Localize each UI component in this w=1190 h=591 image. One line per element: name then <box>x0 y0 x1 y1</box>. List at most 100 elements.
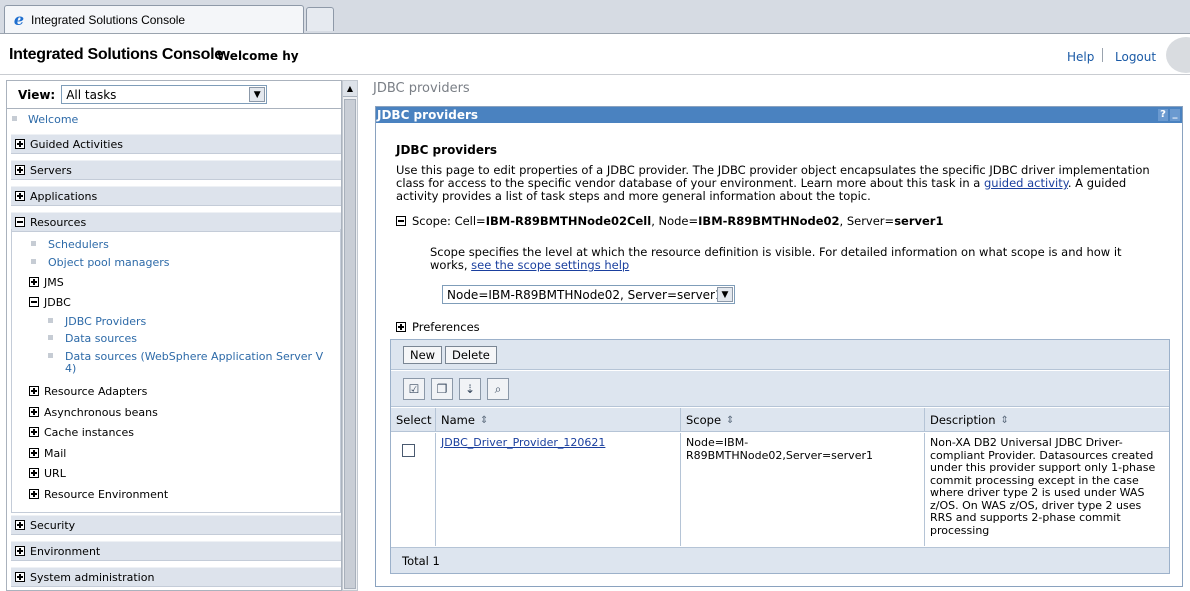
sort-icon[interactable]: ⇕ <box>1001 415 1009 426</box>
browser-tab-strip: e Integrated Solutions Console <box>0 0 1190 34</box>
scope-label: , Server= <box>839 214 895 228</box>
row-description-cell: Non-XA DB2 Universal JDBC Driver-complia… <box>930 436 1156 537</box>
scrollbar-thumb[interactable] <box>344 99 356 589</box>
deselect-all-icon[interactable]: ❐ <box>431 378 453 400</box>
delete-button[interactable]: Delete <box>445 346 497 364</box>
preferences-toggle[interactable]: Preferences <box>396 320 480 334</box>
scope-node: IBM-R89BMTHNode02 <box>698 214 840 228</box>
preferences-label: Preferences <box>412 320 480 334</box>
nav-item-label: JDBC <box>44 296 71 309</box>
nav-data-sources-was-v4-cont[interactable]: 4) <box>65 362 76 375</box>
page-title: JDBC providers <box>396 143 498 157</box>
breadcrumb: JDBC providers <box>373 81 470 96</box>
row-name-cell: JDBC_Driver_Provider_120621 <box>436 433 681 546</box>
expand-icon[interactable] <box>15 165 25 175</box>
column-header-label: Name <box>441 413 475 427</box>
nav-category-label: Applications <box>30 190 98 203</box>
browser-tab[interactable]: e Integrated Solutions Console <box>4 5 304 33</box>
collapse-icon[interactable] <box>15 217 25 227</box>
expand-icon[interactable] <box>396 322 406 332</box>
nav-category-environment[interactable]: Environment <box>11 541 341 561</box>
expand-icon[interactable] <box>29 468 39 478</box>
welcome-user: Welcome hy <box>217 49 299 63</box>
column-select: Select <box>391 408 436 432</box>
nav-category-label: System administration <box>30 571 155 584</box>
nav-item-label: Mail <box>44 447 67 460</box>
guided-activity-link[interactable]: guided activity <box>984 176 1068 190</box>
sort-icon[interactable]: ⇕ <box>726 415 734 426</box>
chevron-down-icon[interactable]: ▼ <box>249 87 266 102</box>
minimize-icon[interactable]: _ <box>1170 109 1180 121</box>
bullet-icon <box>31 241 36 246</box>
nav-category-label: Security <box>30 519 76 532</box>
expand-icon[interactable] <box>29 489 39 499</box>
table-header: Select Name ⇕ Scope ⇕ Description ⇕ <box>391 408 1169 432</box>
new-button[interactable]: New <box>403 346 443 364</box>
table-row: JDBC_Driver_Provider_120621 Node=IBM-R89… <box>391 433 1169 546</box>
view-select[interactable]: All tasks ▼ <box>61 85 268 104</box>
nav-welcome[interactable]: Welcome <box>28 113 78 126</box>
nav-category-label: Servers <box>30 164 72 177</box>
nav-scrollbar[interactable]: ▲ <box>342 80 358 591</box>
expand-icon[interactable] <box>15 572 25 582</box>
row-select-cell <box>391 433 436 546</box>
nav-category-applications[interactable]: Applications <box>11 186 341 206</box>
expand-icon[interactable] <box>29 427 39 437</box>
nav-category-servers[interactable]: Servers <box>11 160 341 180</box>
scroll-up-icon[interactable]: ▲ <box>343 81 357 97</box>
new-tab-button[interactable] <box>306 7 334 31</box>
logout-link[interactable]: Logout <box>1115 50 1156 64</box>
scope-select[interactable]: Node=IBM-R89BMTHNode02, Server=server1 ▼ <box>442 285 735 304</box>
browser-tab-title: Integrated Solutions Console <box>31 12 186 27</box>
select-all-icon[interactable]: ☑ <box>403 378 425 400</box>
nav-schedulers[interactable]: Schedulers <box>48 238 109 251</box>
nav-category-security[interactable]: Security <box>11 515 341 535</box>
show-filter-icon[interactable]: ⇣ <box>459 378 481 400</box>
table-icon-bar: ☑ ❐ ⇣ ⌕ <box>391 371 1169 407</box>
header-separator <box>1102 48 1103 62</box>
table-button-bar: New Delete <box>391 340 1169 370</box>
expand-icon[interactable] <box>29 448 39 458</box>
scope-description: Scope specifies the level at which the r… <box>430 246 1130 272</box>
nav-item-label: URL <box>44 467 66 480</box>
column-description[interactable]: Description ⇕ <box>925 408 1169 432</box>
bullet-icon <box>12 116 17 121</box>
nav-data-sources[interactable]: Data sources <box>65 332 137 345</box>
expand-icon[interactable] <box>15 139 25 149</box>
nav-object-pool-managers[interactable]: Object pool managers <box>48 256 170 269</box>
column-header-label: Select <box>396 413 432 427</box>
scope-line: Scope: Cell=IBM-R89BMTHNode02Cell, Node=… <box>396 214 943 228</box>
collapse-icon[interactable] <box>396 216 406 226</box>
nav-category-guided-activities[interactable]: Guided Activities <box>11 134 341 154</box>
help-icon[interactable]: ? <box>1158 109 1168 121</box>
console-brand: Integrated Solutions Console <box>9 46 223 63</box>
row-checkbox[interactable] <box>402 444 415 457</box>
view-label: View: <box>18 87 56 102</box>
clear-filter-icon[interactable]: ⌕ <box>487 378 509 400</box>
sort-icon[interactable]: ⇕ <box>480 415 488 426</box>
nav-jdbc-providers[interactable]: JDBC Providers <box>65 315 146 328</box>
expand-icon[interactable] <box>15 546 25 556</box>
expand-icon[interactable] <box>15 191 25 201</box>
row-scope-cell: Node=IBM-R89BMTHNode02,Server=server1 <box>681 433 925 546</box>
expand-icon[interactable] <box>29 386 39 396</box>
bullet-icon <box>48 335 53 340</box>
scope-label: Scope: Cell= <box>412 214 486 228</box>
expand-icon[interactable] <box>29 407 39 417</box>
help-link[interactable]: Help <box>1067 50 1094 64</box>
page-description: Use this page to edit properties of a JD… <box>396 164 1166 203</box>
expand-icon[interactable] <box>29 277 39 287</box>
view-select-value: All tasks <box>66 87 117 102</box>
nav-data-sources-was-v4[interactable]: Data sources (WebSphere Application Serv… <box>65 350 323 363</box>
chevron-down-icon[interactable]: ▼ <box>717 287 733 302</box>
scope-server: server1 <box>894 214 944 228</box>
expand-icon[interactable] <box>15 520 25 530</box>
column-name[interactable]: Name ⇕ <box>436 408 681 432</box>
collapse-icon[interactable] <box>29 297 39 307</box>
bullet-icon <box>31 259 36 264</box>
provider-name-link[interactable]: JDBC_Driver_Provider_120621 <box>441 436 605 449</box>
scope-settings-help-link[interactable]: see the scope settings help <box>471 258 629 272</box>
nav-item-label: JMS <box>44 276 64 289</box>
column-scope[interactable]: Scope ⇕ <box>681 408 925 432</box>
nav-category-system-administration[interactable]: System administration <box>11 567 341 587</box>
